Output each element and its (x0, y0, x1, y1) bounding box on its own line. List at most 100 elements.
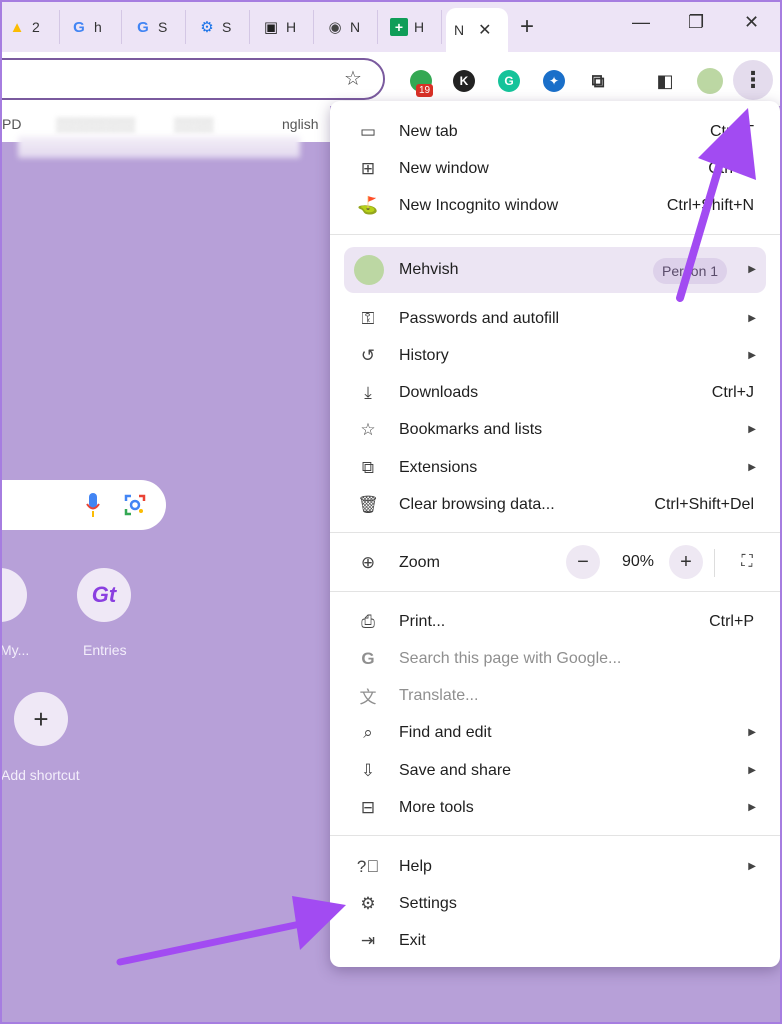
toolbox-icon: ⊟ (360, 797, 376, 817)
tab[interactable]: G S (126, 10, 186, 44)
submenu-arrow-icon: ▶ (748, 462, 756, 473)
shortcut-tile-entries[interactable]: Gt (77, 568, 131, 622)
restore-button[interactable]: ❐ (688, 12, 704, 33)
menu-item-label: Clear browsing data... (399, 495, 555, 513)
extension-blue-icon[interactable]: ✦ (543, 70, 565, 92)
tab-title: S (158, 19, 168, 35)
shortcut-label: Add shortcut (1, 767, 80, 783)
sheets-icon: + (390, 18, 408, 36)
tab[interactable]: ⚙ S (190, 10, 250, 44)
menu-item-translate[interactable]: 文 Translate... (330, 677, 780, 714)
menu-item-history[interactable]: ↺ History ▶ (330, 337, 780, 374)
zoom-in-button[interactable]: + (669, 545, 703, 579)
menu-item-save-share[interactable]: ⇩ Save and share ▶ (330, 752, 780, 789)
submenu-arrow-icon: ▶ (748, 861, 756, 872)
zoom-out-button[interactable]: − (566, 545, 600, 579)
bookmark-item[interactable]: PD (2, 116, 21, 132)
arrow-to-settings (116, 896, 346, 966)
fullscreen-button[interactable]: ⛶ (730, 545, 764, 579)
tab-title: H (414, 19, 425, 35)
menu-item-label: Find and edit (399, 723, 492, 741)
voice-search-icon[interactable] (86, 493, 100, 519)
menu-shortcut: Ctrl+T (710, 122, 754, 140)
menu-shortcut: Ctrl+P (709, 612, 754, 630)
zoom-level: 90% (622, 553, 655, 570)
submenu-arrow-icon: ▶ (748, 765, 756, 776)
menu-item-more-tools[interactable]: ⊟ More tools ▶ (330, 789, 780, 826)
shortcut-tile[interactable] (0, 568, 27, 622)
save-share-icon: ⇩ (360, 760, 376, 780)
submenu-arrow-icon: ▶ (748, 264, 756, 275)
tab[interactable]: ◉ N (318, 10, 378, 44)
download-icon: ⤓ (364, 382, 372, 402)
menu-item-exit[interactable]: ⇥ Exit (330, 922, 780, 959)
tab-active[interactable]: N ✕ (446, 8, 508, 52)
extension-k-icon[interactable]: K (453, 70, 475, 92)
address-bar[interactable] (0, 58, 385, 100)
tab[interactable]: G h (62, 10, 122, 44)
square-app-icon: ▣ (263, 19, 279, 36)
menu-item-new-window[interactable]: ⊞ New window Ctrl+N (330, 150, 780, 187)
close-tab-icon[interactable]: ✕ (478, 20, 491, 40)
menu-item-label: New window (399, 159, 489, 177)
tab-title: h (94, 19, 102, 35)
translate-icon: 文 (359, 688, 377, 707)
puzzle-icon: ⧉ (361, 457, 375, 477)
menu-item-label: Zoom (399, 553, 440, 571)
bookmark-item[interactable]: nglish (282, 116, 319, 132)
menu-item-label: New tab (399, 122, 458, 140)
extension-badge: 19 (416, 84, 434, 97)
menu-item-label: Exit (399, 931, 426, 949)
chrome-menu-button[interactable]: ⋮ (733, 60, 773, 100)
menu-item-label: New Incognito window (399, 196, 559, 214)
side-panel-icon[interactable]: ◧ (654, 70, 676, 92)
tab-title: H (286, 19, 297, 35)
add-shortcut-button[interactable]: + (14, 692, 68, 746)
bookmark-item-blurred[interactable]: ▒▒▒▒ (174, 116, 214, 132)
submenu-arrow-icon: ▶ (748, 350, 756, 361)
history-icon: ↺ (360, 345, 376, 365)
close-window-button[interactable]: ✕ (744, 12, 759, 33)
grammarly-icon[interactable]: G (498, 70, 520, 92)
menu-item-search-page[interactable]: G Search this page with Google... (330, 640, 780, 677)
bookmark-star-icon[interactable]: ☆ (344, 66, 362, 91)
menu-item-new-tab[interactable]: ▭ New tab Ctrl+T (330, 113, 780, 150)
google-lens-icon[interactable] (124, 494, 146, 516)
blurred-region (18, 136, 300, 158)
menu-item-extensions[interactable]: ⧉ Extensions ▶ (330, 449, 780, 486)
menu-item-find-edit[interactable]: ⌕ Find and edit ▶ (330, 714, 780, 751)
new-tab-icon: ▭ (359, 121, 377, 141)
bookmark-item-blurred[interactable]: ▒▒▒▒▒▒▒▒ (56, 116, 135, 132)
extension-letter: G (504, 74, 514, 88)
tab[interactable]: ▣ H (254, 10, 314, 44)
menu-item-label: Translate... (399, 686, 479, 704)
minimize-button[interactable]: — (632, 12, 650, 33)
tab[interactable]: + H (382, 10, 442, 44)
tab[interactable]: ▲ 2 (0, 10, 60, 44)
gear-icon: ⚙ (360, 893, 376, 913)
menu-item-passwords[interactable]: ⚿ Passwords and autofill ▶ (330, 300, 780, 337)
menu-item-label: Help (399, 857, 432, 875)
divider (330, 532, 780, 533)
menu-shortcut: Ctrl+Shift+N (666, 196, 754, 214)
exit-icon: ⇥ (360, 930, 376, 950)
menu-item-print[interactable]: ⎙ Print... Ctrl+P (330, 603, 780, 640)
menu-item-downloads[interactable]: ⤓ Downloads Ctrl+J (330, 374, 780, 411)
extensions-puzzle-icon[interactable]: ⧉ (587, 70, 609, 92)
profile-avatar[interactable] (697, 68, 723, 94)
tab-strip: ▲ 2 G h G S ⚙ S ▣ H ◉ N + H N ✕ + — ❐ ✕ (0, 0, 782, 52)
menu-shortcut: Ctrl+J (711, 383, 754, 401)
new-tab-button[interactable]: + (511, 11, 543, 43)
submenu-arrow-icon: ▶ (748, 313, 756, 324)
zoom-icon: ⊕ (360, 552, 376, 572)
menu-item-incognito[interactable]: ⛳ New Incognito window Ctrl+Shift+N (330, 187, 780, 224)
menu-item-label: Settings (399, 894, 457, 912)
menu-item-help[interactable]: ?⃝ Help ▶ (330, 848, 780, 885)
menu-item-settings[interactable]: ⚙ Settings (330, 885, 780, 922)
menu-item-clear-data[interactable]: 🗑 Clear browsing data... Ctrl+Shift+Del (330, 486, 780, 523)
menu-item-zoom: ⊕ Zoom (330, 544, 780, 581)
find-page-icon: ⌕ (363, 722, 373, 742)
menu-item-label: History (399, 346, 449, 364)
menu-item-bookmarks[interactable]: ☆ Bookmarks and lists ▶ (330, 411, 780, 448)
submenu-arrow-icon: ▶ (748, 802, 756, 813)
